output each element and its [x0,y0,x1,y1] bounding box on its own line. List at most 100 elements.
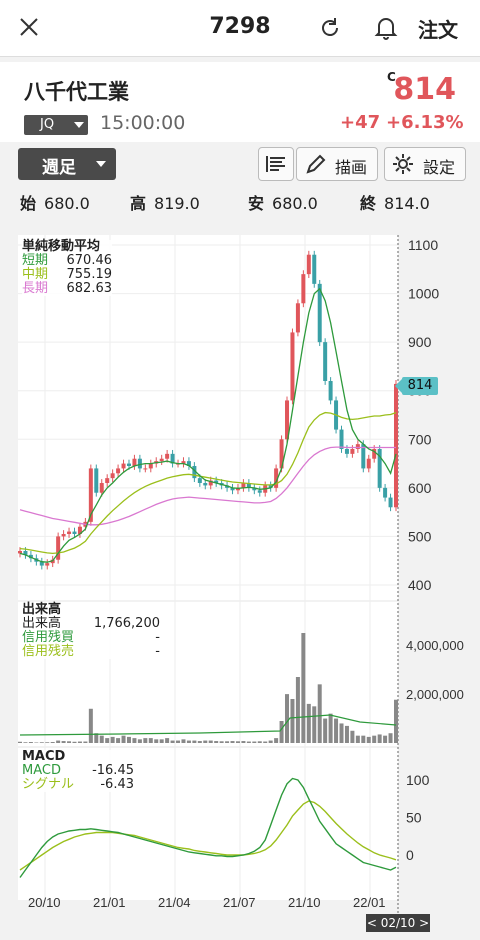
settings-label: 設定 [423,158,456,177]
volume-bar [132,738,137,743]
bell-icon[interactable] [374,15,398,41]
volume-bar [295,677,300,743]
price-tick-label: 1000 [408,286,439,302]
volume-bar [355,735,360,743]
volume-bar [181,739,186,743]
volume-bar [99,735,104,743]
volume-bar [334,718,339,743]
volume-bar [186,740,191,743]
macd-legend: MACD MACD -16.45 シグナル -6.43 [22,750,134,792]
company-name: 八千代工業 [24,80,129,104]
volume-bar [268,740,273,743]
candle [312,254,317,284]
volume-bar [361,735,366,743]
volume-bar [77,741,82,743]
refresh-icon[interactable] [318,16,342,40]
volume-bar [339,723,344,743]
volume-bar [61,741,66,743]
price-change-pct: +6.13% [386,112,464,133]
candle [339,429,344,449]
sma-short-row: 短期 670.46 [22,253,112,268]
sma-legend-title: 単純移動平均 [22,239,101,254]
volume-bar [219,741,224,743]
indicator-button[interactable] [258,147,294,181]
volume-bar [285,694,290,743]
volume-bar [230,741,235,743]
x-tick-label: 21/04 [158,895,191,910]
candle [126,463,131,466]
volume-bar [23,742,28,743]
price-tick-label: 1100 [408,237,438,253]
sma-mid-row: 中期 755.19 [22,267,112,282]
chevron-down-icon [96,161,106,167]
candle [159,458,164,462]
bar-list-icon [266,156,285,172]
volume-bar [257,741,262,743]
draw-button[interactable]: 描画 [296,147,378,181]
x-tick-label: 22/01 [353,895,386,910]
x-tick-label: 21/01 [93,895,126,910]
candle [94,468,99,493]
market-select[interactable]: JQ [24,115,88,135]
candle [105,478,110,483]
macd-tick-label: 50 [406,810,422,826]
candle [148,463,153,469]
market-label: JQ [40,117,55,132]
candle [295,303,300,333]
volume-bar [18,741,22,743]
volume-bar [225,741,230,743]
volume-bar [197,741,202,743]
volume-bar [350,730,355,743]
x-tick-label: 20/10 [28,895,61,910]
volume-bar [252,741,257,743]
volume-bar [176,740,181,743]
volume-bar [116,738,121,743]
candle [328,381,333,401]
volume-bar [328,713,333,743]
macd-row: MACD -16.45 [22,763,134,778]
price-tick-label: 700 [408,431,432,447]
candle [306,254,311,275]
stock-chart[interactable]: 110010009008007006005004004,000,0002,000… [0,210,480,940]
candle [344,449,349,454]
volume-bar [148,738,153,743]
volume-bar [394,699,398,743]
volume-bar [72,741,77,743]
cursor-date[interactable]: < 02/10 > [366,914,430,932]
quote-panel: 八千代工業 JQ 15:00:00 C 814 +47 +6.13% [0,62,480,142]
draw-label: 描画 [335,158,368,177]
candle [290,332,295,401]
volume-bar [372,735,377,743]
candle [132,458,137,466]
period-select[interactable]: 週足 [18,148,116,180]
top-bar: 7298 注文 [0,0,480,57]
volume-bar [45,742,50,743]
chevron-down-icon [74,122,84,128]
price-tick-label: 400 [408,577,432,593]
candle [197,478,202,483]
volume-bar [279,721,284,743]
volume-tick-label: 4,000,000 [406,638,464,653]
macd-legend-title: MACD [22,749,66,764]
sma-legend: 単純移動平均 短期 670.46 中期 755.19 長期 682.63 [22,240,112,296]
macd-tick-label: 100 [406,772,430,788]
volume-bar [159,739,164,743]
candle [394,383,398,508]
volume-bar [383,735,388,743]
settings-button[interactable]: 設定 [384,147,466,181]
candle [116,468,121,474]
volume-bar [56,740,61,743]
candle [383,487,388,498]
x-tick-label: 21/10 [288,895,321,910]
volume-bar [344,725,349,743]
volume-bar [165,738,170,743]
volume-bar [301,633,306,743]
candle [110,473,115,479]
x-tick-label: 21/07 [223,895,256,910]
candle [45,563,50,566]
candle [143,468,148,470]
volume-legend: 出来高 出来高 1,766,200 信用残買 - 信用残売 - [22,603,160,659]
order-button[interactable]: 注文 [418,14,458,43]
volume-bar [143,738,148,743]
volume-bar [377,734,382,743]
